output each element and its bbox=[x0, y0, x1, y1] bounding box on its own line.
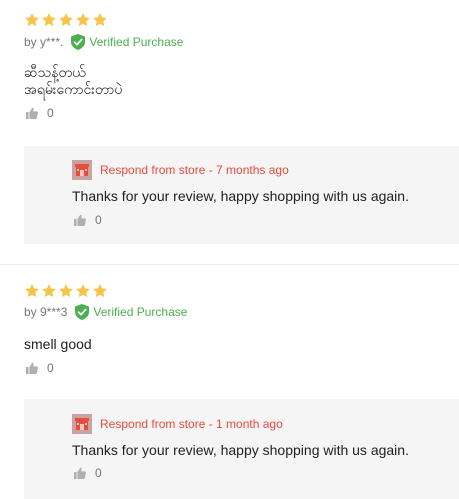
like-count: 0 bbox=[47, 361, 54, 375]
verified-badge: Verified Purchase bbox=[71, 34, 183, 50]
like-count: 0 bbox=[47, 106, 54, 120]
review-item: by 9***3 Verified Purchase smell good 0 … bbox=[0, 265, 459, 499]
reply-header-text: Respond from store - 7 months ago bbox=[100, 163, 289, 177]
store-reply: Respond from store - 1 month ago Thanks … bbox=[24, 399, 459, 499]
star-icon bbox=[75, 283, 91, 299]
reply-text: Thanks for your review, happy shopping w… bbox=[72, 442, 409, 458]
star-icon bbox=[24, 12, 40, 28]
review-like: 0 bbox=[26, 361, 54, 375]
star-icon bbox=[75, 12, 91, 28]
star-icon bbox=[92, 12, 108, 28]
star-rating bbox=[24, 283, 108, 299]
reply-text: Thanks for your review, happy shopping w… bbox=[72, 188, 409, 204]
thumbs-up-icon[interactable] bbox=[74, 214, 86, 226]
reply-header: Respond from store - 1 month ago bbox=[72, 414, 283, 434]
review-like: 0 bbox=[26, 106, 54, 120]
verified-label: Verified Purchase bbox=[89, 35, 184, 49]
verified-label: Verified Purchase bbox=[93, 305, 188, 319]
review-meta: by 9***3 Verified Purchase bbox=[24, 304, 187, 320]
store-reply: Respond from store - 7 months ago Thanks… bbox=[24, 146, 459, 244]
store-icon bbox=[72, 414, 92, 434]
review-content: smell good bbox=[24, 336, 92, 352]
thumbs-up-icon[interactable] bbox=[74, 467, 86, 479]
star-icon bbox=[41, 12, 57, 28]
reply-header: Respond from store - 7 months ago bbox=[72, 160, 289, 180]
star-icon bbox=[41, 283, 57, 299]
thumbs-up-icon[interactable] bbox=[26, 107, 38, 119]
star-rating bbox=[24, 12, 108, 28]
like-count: 0 bbox=[95, 213, 102, 227]
review-meta: by y***. Verified Purchase bbox=[24, 34, 183, 50]
review-item: by y***. Verified Purchase ဆီသန့်တယ် အရမ… bbox=[0, 0, 459, 264]
verified-badge: Verified Purchase bbox=[75, 304, 187, 320]
review-author: by 9***3 bbox=[24, 305, 68, 319]
store-icon bbox=[72, 160, 92, 180]
review-content: ဆီသန့်တယ် အရမ်းကောင်းတာပဲ bbox=[24, 64, 123, 97]
star-icon bbox=[58, 12, 74, 28]
thumbs-up-icon[interactable] bbox=[26, 362, 38, 374]
star-icon bbox=[24, 283, 40, 299]
star-icon bbox=[58, 283, 74, 299]
reply-header-text: Respond from store - 1 month ago bbox=[100, 417, 283, 431]
like-count: 0 bbox=[95, 466, 102, 480]
shield-check-icon bbox=[75, 304, 90, 320]
review-author: by y***. bbox=[24, 35, 64, 49]
reply-like: 0 bbox=[74, 213, 102, 227]
star-icon bbox=[92, 283, 108, 299]
shield-check-icon bbox=[71, 34, 86, 50]
reply-like: 0 bbox=[74, 466, 102, 480]
